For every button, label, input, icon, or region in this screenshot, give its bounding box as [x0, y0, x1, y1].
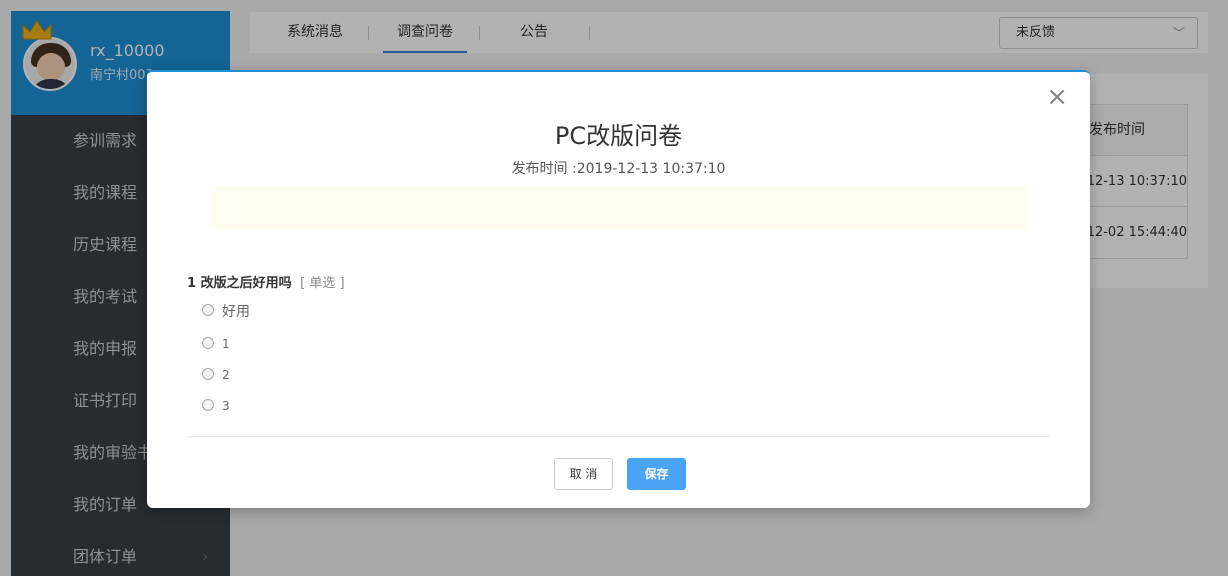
radio-button[interactable]	[202, 398, 214, 411]
option-3[interactable]: 3	[202, 396, 230, 416]
question-text: 1 改版之后好用吗	[187, 276, 292, 291]
radio-button[interactable]	[202, 304, 214, 316]
option-label: 1	[222, 337, 230, 351]
option-2[interactable]: 2	[202, 365, 230, 385]
survey-modal: × PC改版问卷 发布时间 :2019-12-13 10:37:10 1 改版之…	[147, 70, 1090, 508]
option-label: 3	[222, 399, 230, 413]
divider	[187, 436, 1050, 437]
option-label: 2	[222, 368, 230, 382]
question-type-badge: [ 单选 ]	[300, 276, 345, 291]
save-button[interactable]: 保存	[627, 458, 686, 490]
radio-button[interactable]	[202, 367, 214, 380]
option-label: 好用	[222, 304, 250, 320]
survey-title: PC改版问卷	[554, 122, 683, 150]
close-icon[interactable]: ×	[1046, 84, 1068, 110]
option-1[interactable]: 1	[202, 334, 230, 354]
cancel-button[interactable]: 取 消	[554, 458, 613, 490]
survey-description-box	[211, 186, 1027, 229]
option-good[interactable]: 好用	[202, 302, 250, 322]
radio-button[interactable]	[202, 336, 214, 349]
survey-publish-time: 发布时间 :2019-12-13 10:37:10	[511, 161, 726, 177]
question-title: 1 改版之后好用吗 [ 单选 ]	[187, 272, 345, 291]
